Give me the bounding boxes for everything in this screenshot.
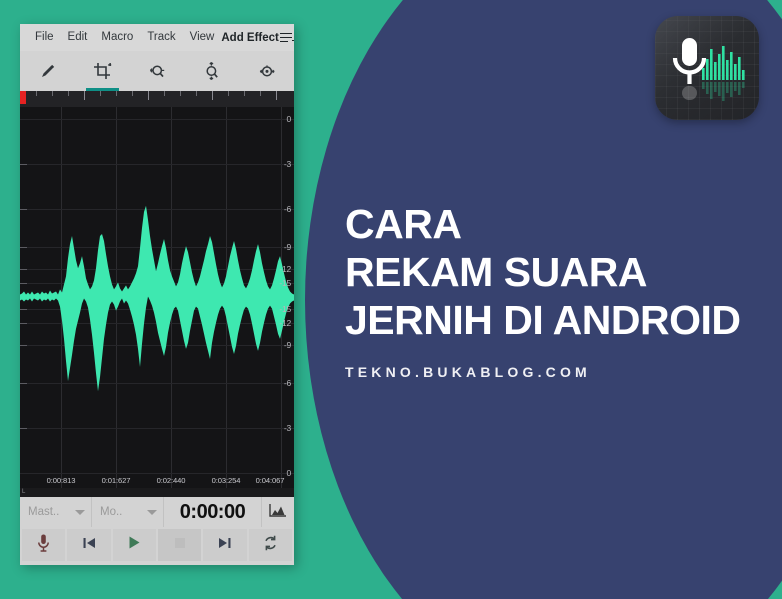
mode-select[interactable]: Mo..: [92, 497, 164, 527]
skip-back-button[interactable]: [67, 529, 111, 561]
skip-next-icon: [217, 536, 233, 555]
zoom-fit-tool-button[interactable]: [239, 51, 294, 91]
zoom-fit-icon: [257, 63, 277, 80]
time-axis-label: 0:02:440: [156, 476, 186, 485]
waveform-chart-icon: [269, 503, 287, 522]
chevron-down-icon: [75, 509, 85, 515]
time-axis-label: 0:04:067: [255, 476, 285, 485]
waveform-plot[interactable]: 0 -3 -6 -9 -12 -15 -15 -12 -9 -6 -3 0 0:…: [20, 107, 294, 488]
record-button[interactable]: [22, 529, 66, 561]
time-ruler[interactable]: [20, 91, 294, 107]
icon-artwork: [655, 16, 759, 120]
db-label: 0: [286, 468, 291, 478]
transport-bar: Mast.. Mo.. 0:00:00: [20, 497, 294, 565]
site-url-label: TEKNO.BUKABLOG.COM: [345, 364, 591, 380]
microphone-reflection: [682, 86, 697, 100]
loop-icon: [262, 534, 279, 557]
waveform-canvas[interactable]: 0 -3 -6 -9 -12 -15 -15 -12 -9 -6 -3 0 0:…: [20, 91, 294, 488]
zoom-horizontal-tool-button[interactable]: [130, 51, 185, 91]
add-effect-label: Add Effect: [221, 31, 279, 44]
tool-bar: [20, 51, 294, 91]
track-select-value: Mast..: [28, 506, 60, 518]
zoom-vertical-icon: [203, 61, 220, 81]
menu-item-file[interactable]: File: [28, 24, 61, 51]
mode-select-value: Mo..: [100, 506, 123, 518]
db-label: -12: [279, 264, 291, 274]
pencil-icon: [39, 63, 56, 80]
add-effect-button[interactable]: Add Effect: [221, 31, 294, 45]
db-label: -15: [279, 304, 291, 314]
menu-bar: File Edit Macro Track View Add Effect: [20, 24, 294, 51]
db-label: -9: [283, 242, 291, 252]
db-label: -12: [279, 318, 291, 328]
time-axis-label: 0:03:254: [211, 476, 241, 485]
menu-item-track[interactable]: Track: [140, 24, 182, 51]
list-plus-icon: [279, 31, 294, 45]
time-axis-label: 0:01:627: [101, 476, 131, 485]
voice-recorder-app-icon: [655, 16, 759, 120]
zoom-horizontal-icon: [147, 63, 167, 80]
status-strip: L: [20, 488, 294, 497]
select-crop-tool-button[interactable]: [75, 51, 130, 91]
poster-stage: File Edit Macro Track View Add Effect 0 …: [0, 0, 782, 599]
stop-button[interactable]: [157, 529, 202, 561]
skip-previous-icon: [81, 536, 97, 555]
poster-text-block: CARA REKAM SUARA JERNIH DI ANDROID TEKNO…: [345, 200, 765, 380]
track-select[interactable]: Mast..: [20, 497, 92, 527]
db-label: -3: [283, 423, 291, 433]
headline-line-3: JERNIH DI ANDROID: [345, 297, 741, 343]
db-label: -6: [283, 378, 291, 388]
audio-editor-window: File Edit Macro Track View Add Effect 0 …: [20, 24, 294, 565]
play-icon: [126, 535, 142, 555]
status-strip-label: L: [22, 489, 26, 495]
transport-buttons-row: [20, 527, 294, 565]
stop-icon: [173, 536, 187, 555]
microphone-icon: [36, 533, 51, 558]
pencil-tool-button[interactable]: [20, 51, 75, 91]
headline-line-1: CARA: [345, 201, 462, 247]
zoom-vertical-tool-button[interactable]: [184, 51, 239, 91]
page-title: CARA REKAM SUARA JERNIH DI ANDROID: [345, 200, 765, 344]
time-display: 0:00:00: [179, 500, 246, 523]
audio-waveform: [20, 205, 294, 392]
loop-button[interactable]: [248, 529, 292, 561]
time-axis-label: 0:00:813: [46, 476, 76, 485]
skip-forward-button[interactable]: [203, 529, 247, 561]
playhead-marker[interactable]: [20, 91, 26, 104]
waveform-view-button[interactable]: [261, 497, 294, 527]
headline-line-2: REKAM SUARA: [345, 249, 648, 295]
chevron-down-icon: [147, 509, 157, 515]
menu-item-macro[interactable]: Macro: [94, 24, 140, 51]
db-label: -15: [279, 278, 291, 288]
db-label: -6: [283, 204, 291, 214]
play-button[interactable]: [112, 529, 156, 561]
transport-upper-row: Mast.. Mo.. 0:00:00: [20, 497, 294, 527]
db-label: -3: [283, 159, 291, 169]
crop-icon: [93, 62, 112, 81]
menu-item-view[interactable]: View: [183, 24, 222, 51]
db-label: 0: [286, 114, 291, 124]
db-label: -9: [283, 340, 291, 350]
menu-item-edit[interactable]: Edit: [61, 24, 95, 51]
